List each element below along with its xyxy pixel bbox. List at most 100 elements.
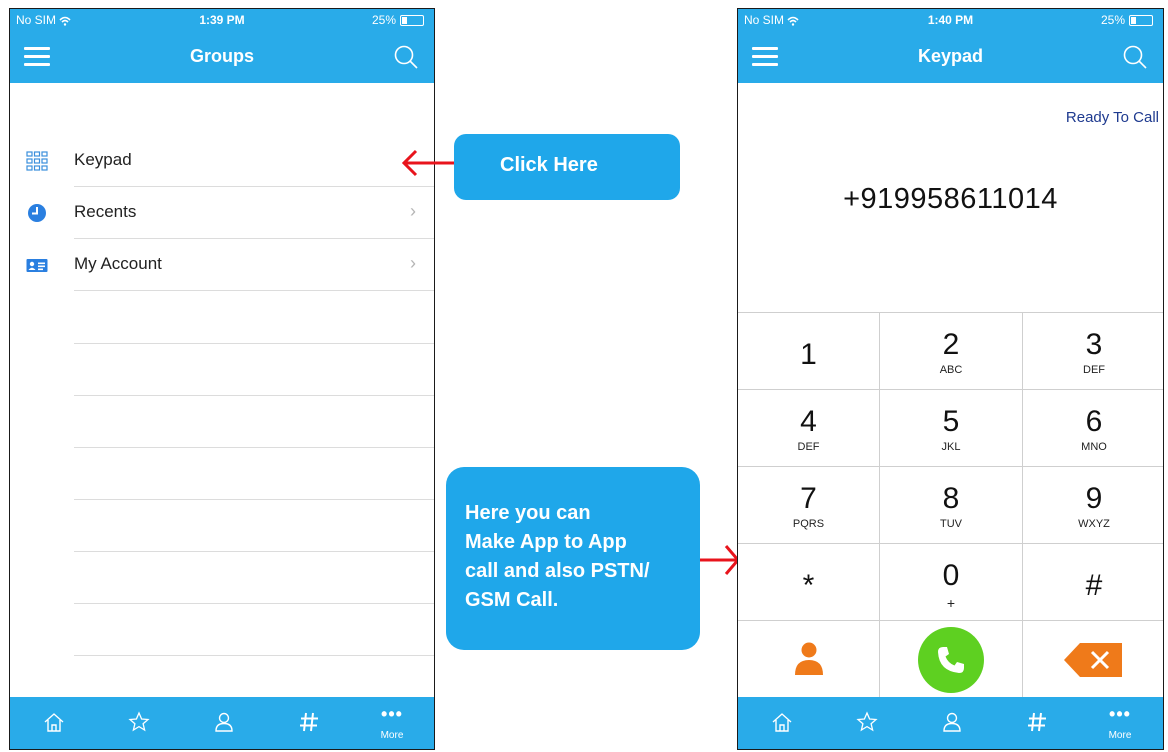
key-digit: * <box>802 569 815 602</box>
key-letters: DEF <box>797 441 820 453</box>
contacts-button[interactable] <box>738 621 880 697</box>
menu-item-recents[interactable]: Recents › <box>10 187 434 239</box>
tab-more[interactable]: ••• More <box>1090 697 1150 749</box>
home-icon <box>44 713 64 732</box>
backspace-icon <box>1064 643 1122 677</box>
battery-icon <box>1129 14 1153 26</box>
arrow-right-icon <box>700 545 740 575</box>
tab-more[interactable]: ••• More <box>362 697 422 749</box>
battery-icon <box>400 14 424 26</box>
clock-icon <box>28 204 46 222</box>
key-digit: 2 <box>942 328 960 361</box>
menu-item-label: Keypad <box>74 150 132 169</box>
key-hash[interactable]: # <box>1023 544 1163 621</box>
tab-contacts[interactable] <box>194 697 254 749</box>
key-digit: 1 <box>800 338 817 371</box>
groups-screen: No SIM 1:39 PM 25% Groups Keypad Recents… <box>9 8 435 750</box>
key-0[interactable]: 0 + <box>880 544 1023 621</box>
click-here-callout: Click Here <box>454 134 680 200</box>
tab-bar: ••• More <box>10 697 434 749</box>
tab-keypad[interactable] <box>1007 697 1067 749</box>
backspace-button[interactable] <box>1023 621 1163 697</box>
key-digit: 8 <box>942 482 960 515</box>
chevron-right-icon: › <box>410 201 416 221</box>
key-digit: 5 <box>942 405 960 438</box>
more-label: More <box>1108 730 1132 741</box>
key-6[interactable]: 6 MNO <box>1023 390 1163 467</box>
chevron-right-icon: › <box>410 253 416 273</box>
status-time: 1:40 PM <box>927 13 974 27</box>
tab-home[interactable] <box>752 697 812 749</box>
key-star[interactable]: * <box>738 544 880 621</box>
divider <box>74 343 434 344</box>
battery-level <box>1131 16 1136 24</box>
tab-favorites[interactable] <box>109 697 169 749</box>
page-title: Keypad <box>917 46 984 66</box>
key-2[interactable]: 2 ABC <box>880 313 1023 390</box>
keypad-row: 7 PQRS 8 TUV 9 WXYZ <box>738 466 1163 544</box>
key-9[interactable]: 9 WXYZ <box>1023 467 1163 544</box>
key-1[interactable]: 1 <box>738 313 880 390</box>
key-letters: ABC <box>939 364 963 376</box>
page-title: Groups <box>189 46 254 66</box>
key-digit: 7 <box>800 482 817 515</box>
hash-icon <box>1028 712 1046 732</box>
battery-status: 25% <box>1101 13 1153 27</box>
menu-item-keypad[interactable]: Keypad <box>10 135 434 187</box>
star-icon <box>856 711 878 732</box>
key-3[interactable]: 3 DEF <box>1023 313 1163 390</box>
contact-person-icon <box>795 642 823 675</box>
key-letters: DEF <box>1083 364 1105 376</box>
tab-home[interactable] <box>24 697 84 749</box>
keypad-row: * 0 + # <box>738 543 1163 621</box>
battery-percent: 25% <box>1100 13 1125 27</box>
key-digit: 4 <box>800 405 817 438</box>
key-digit: 3 <box>1085 328 1103 361</box>
menu-item-label: Recents <box>74 202 137 221</box>
key-8[interactable]: 8 TUV <box>880 467 1023 544</box>
call-button[interactable] <box>880 621 1023 697</box>
divider <box>74 395 434 396</box>
tab-keypad[interactable] <box>279 697 339 749</box>
nav-bar: Groups <box>10 31 434 83</box>
app-call-description-callout: Here you can Make App to App call and al… <box>446 467 700 650</box>
key-letters: WXYZ <box>1078 518 1110 530</box>
menu-item-my-account[interactable]: My Account › <box>10 239 434 291</box>
divider <box>74 655 434 656</box>
key-digit: # <box>1085 569 1103 602</box>
more-icon: ••• <box>381 704 403 724</box>
tab-favorites[interactable] <box>837 697 897 749</box>
tab-contacts[interactable] <box>922 697 982 749</box>
search-icon[interactable] <box>1121 43 1149 71</box>
divider <box>74 499 434 500</box>
battery-status: 25% <box>372 13 424 27</box>
arrow-left-icon <box>401 149 456 177</box>
key-letters: + <box>946 595 956 611</box>
key-digit: 6 <box>1085 405 1103 438</box>
status-bar: No SIM 1:39 PM 25% <box>10 9 434 31</box>
battery-level <box>402 16 407 24</box>
divider <box>74 290 434 291</box>
tab-bar: ••• More <box>738 697 1163 749</box>
key-4[interactable]: 4 DEF <box>738 390 880 467</box>
key-letters: MNO <box>1081 441 1107 453</box>
key-5[interactable]: 5 JKL <box>880 390 1023 467</box>
call-status: Ready To Call <box>1065 109 1159 126</box>
key-letters: TUV <box>940 518 962 530</box>
keypad-grid-icon <box>26 151 48 171</box>
key-letters: JKL <box>941 441 961 453</box>
dialed-number-display[interactable]: +919958611014 <box>738 183 1163 216</box>
keypad-row: 4 DEF 5 JKL 6 MNO <box>738 389 1163 467</box>
contact-icon <box>215 712 233 732</box>
search-icon[interactable] <box>392 43 420 71</box>
call-actions <box>738 620 1163 697</box>
divider <box>74 551 434 552</box>
menu-item-label: My Account <box>74 254 162 273</box>
hash-icon <box>300 712 318 732</box>
call-circle <box>918 627 984 693</box>
key-letters: PQRS <box>792 518 825 530</box>
divider <box>74 447 434 448</box>
key-7[interactable]: 7 PQRS <box>738 467 880 544</box>
status-time: 1:39 PM <box>199 13 245 27</box>
contact-icon <box>943 712 961 732</box>
